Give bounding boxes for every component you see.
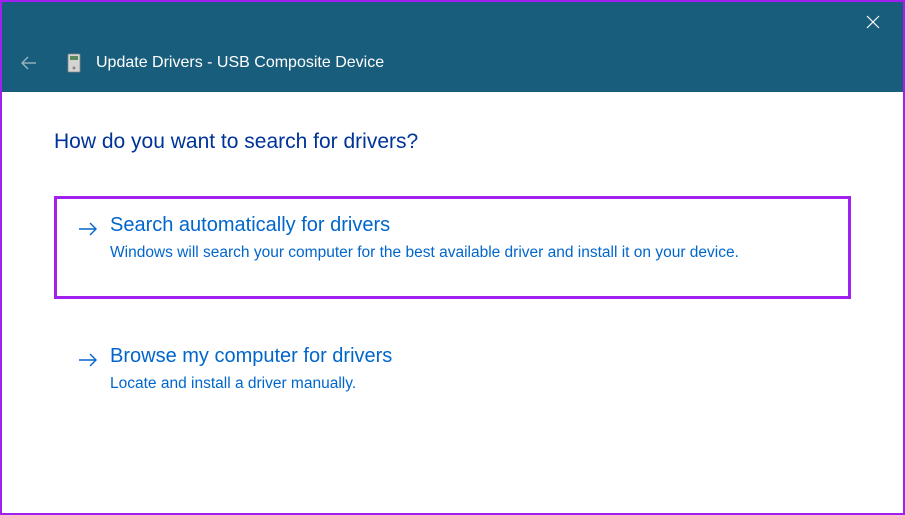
content-area: How do you want to search for drivers? S… — [2, 92, 903, 420]
option-search-automatically[interactable]: Search automatically for drivers Windows… — [54, 196, 851, 299]
back-button[interactable] — [16, 50, 42, 76]
titlebar — [2, 2, 903, 42]
option-browse-computer[interactable]: Browse my computer for drivers Locate an… — [54, 327, 851, 419]
option-text: Search automatically for drivers Windows… — [110, 214, 827, 264]
option-arrow-icon — [78, 217, 98, 241]
close-icon — [866, 15, 880, 29]
header-title: Update Drivers - USB Composite Device — [96, 54, 384, 72]
page-question: How do you want to search for drivers? — [54, 130, 851, 154]
option-row: Search automatically for drivers Windows… — [78, 214, 827, 264]
option-title: Search automatically for drivers — [110, 214, 827, 237]
back-arrow-icon — [19, 53, 39, 73]
option-title: Browse my computer for drivers — [110, 345, 827, 368]
option-text: Browse my computer for drivers Locate an… — [110, 345, 827, 395]
option-arrow-icon — [78, 348, 98, 372]
header-bar: Update Drivers - USB Composite Device — [2, 42, 903, 92]
option-description: Locate and install a driver manually. — [110, 373, 750, 395]
close-button[interactable] — [857, 6, 889, 38]
option-description: Windows will search your computer for th… — [110, 242, 750, 264]
device-icon — [66, 52, 82, 74]
option-row: Browse my computer for drivers Locate an… — [78, 345, 827, 395]
